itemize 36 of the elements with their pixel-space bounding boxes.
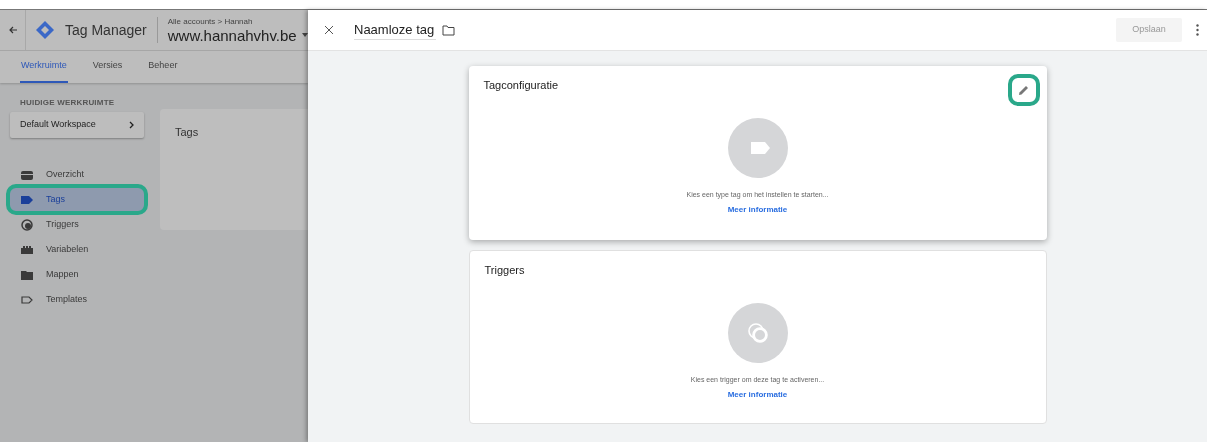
diamond-logo-icon xyxy=(35,20,55,40)
sidebar-item[interactable]: Variabelen xyxy=(10,237,144,262)
sidebar-item[interactable]: Templates xyxy=(10,287,144,312)
nav-tab[interactable]: Beheer xyxy=(147,51,179,83)
breadcrumb[interactable]: Alle accounts > Hannah xyxy=(167,17,308,26)
tag-circle-icon xyxy=(727,117,788,178)
card-title: Tags xyxy=(175,126,199,138)
tag-name-field[interactable]: Naamloze tag xyxy=(354,19,436,41)
section-label: HUIDIGE WERKRUIMTE xyxy=(20,97,116,109)
learn-more-link[interactable]: Meer informatie xyxy=(727,389,788,401)
trigger-icon xyxy=(20,218,34,231)
workspace-selector[interactable]: Default Workspace xyxy=(10,112,144,138)
folder-icon[interactable] xyxy=(442,24,455,36)
sidebar-item[interactable]: Overzicht xyxy=(10,162,144,187)
more-menu-icon[interactable] xyxy=(1196,24,1199,36)
blocks-icon xyxy=(20,243,34,256)
trigger-circle-icon xyxy=(727,302,788,363)
learn-more-link[interactable]: Meer informatie xyxy=(727,204,788,216)
card-title: Triggers xyxy=(484,263,525,278)
sidebar-item[interactable]: Mappen xyxy=(10,262,144,287)
drawer-icon xyxy=(20,168,34,181)
chevron-icon xyxy=(129,121,134,129)
caret-icon xyxy=(301,33,308,37)
tag-outline-icon xyxy=(20,293,34,306)
sidebar-item[interactable]: Triggers xyxy=(10,212,144,237)
card-title: Tagconfiguratie xyxy=(483,78,559,93)
container-selector[interactable]: www.hannahvhv.be xyxy=(167,27,308,43)
close-icon[interactable] xyxy=(324,25,334,35)
tag-icon xyxy=(20,193,34,206)
product-title: Tag Manager xyxy=(65,20,147,40)
back-arrow-icon[interactable] xyxy=(7,25,18,35)
folder-icon xyxy=(20,268,34,281)
nav-tab[interactable]: Werkruimte xyxy=(20,51,68,83)
highlight-ring xyxy=(1007,74,1040,106)
nav-tab[interactable]: Versies xyxy=(91,51,124,83)
pencil-icon xyxy=(1018,84,1029,96)
